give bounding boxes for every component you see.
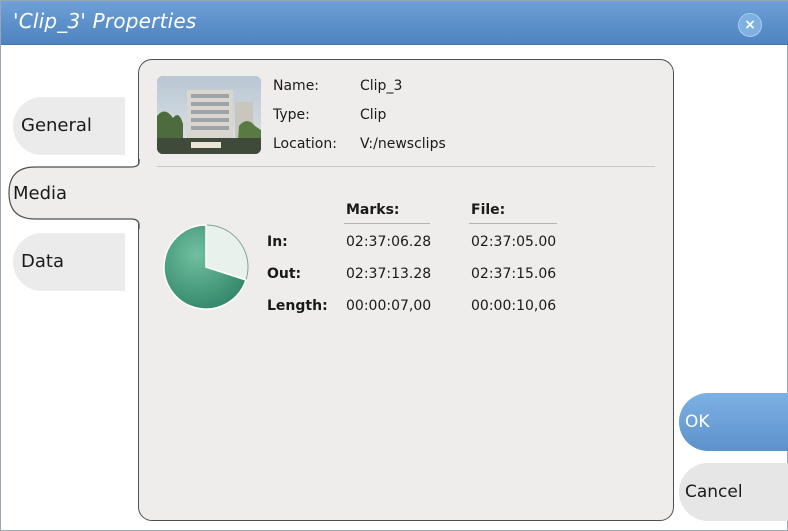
length-marks-value: 00:00:07,00 [346,298,432,314]
close-button[interactable]: × [738,13,762,37]
marks-header-underline [344,223,430,224]
in-label: In: [267,234,288,250]
cancel-button[interactable]: Cancel [679,463,788,521]
file-header: File: [471,202,506,218]
tab-general[interactable]: General [13,97,125,155]
close-icon: × [744,17,756,33]
tab-data-label: Data [21,251,64,272]
cancel-button-label: Cancel [685,482,743,502]
window-title: 'Clip_3' Properties [13,9,197,33]
marks-header: Marks: [346,202,400,218]
out-file-value: 02:37:15.06 [471,266,557,282]
file-header-underline [469,223,557,224]
out-label: Out: [267,266,302,282]
in-marks-value: 02:37:06.28 [346,234,432,250]
location-label: Location: [273,136,337,152]
location-value: V:/newsclips [360,136,446,152]
clip-thumbnail [157,76,261,154]
marks-pie-chart [163,224,249,310]
tab-media-label: Media [13,183,68,204]
length-file-value: 00:00:10,06 [471,298,557,314]
tab-general-label: General [21,115,92,136]
ok-button-label: OK [685,412,710,432]
tab-data[interactable]: Data [13,233,125,291]
properties-dialog: 'Clip_3' Properties × General Media Data [0,0,788,531]
type-value: Clip [360,107,387,123]
type-label: Type: [273,107,310,123]
name-value: Clip_3 [360,78,403,94]
name-label: Name: [273,78,320,94]
length-label: Length: [267,298,328,314]
section-divider [157,166,655,167]
out-marks-value: 02:37:13.28 [346,266,432,282]
ok-button[interactable]: OK [679,393,788,451]
title-bar: 'Clip_3' Properties × [1,1,788,45]
in-file-value: 02:37:05.00 [471,234,557,250]
